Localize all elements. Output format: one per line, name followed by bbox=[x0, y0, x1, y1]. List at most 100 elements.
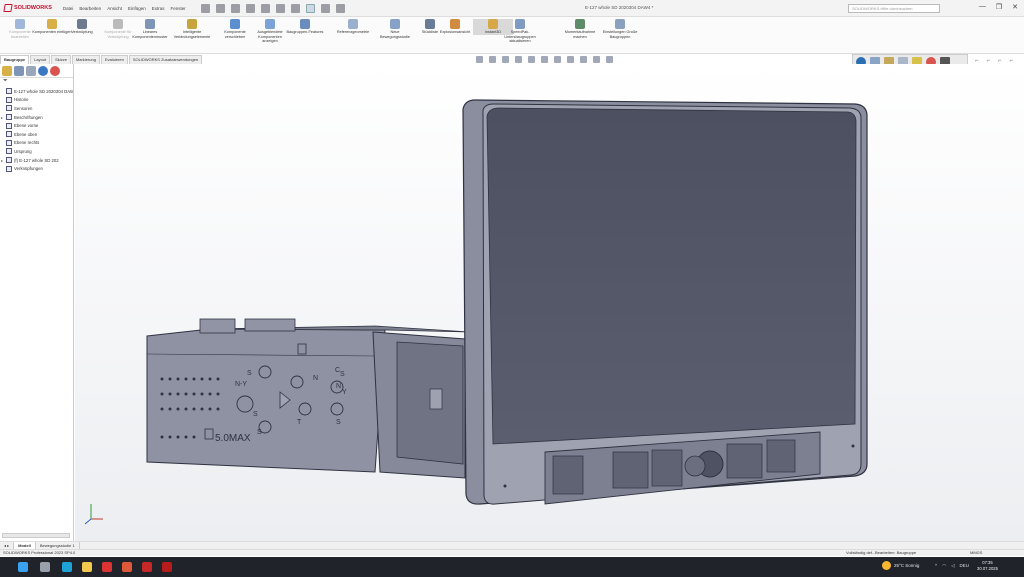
network-icon[interactable]: ◠ bbox=[942, 563, 946, 569]
appearance-icon[interactable] bbox=[580, 56, 587, 63]
display-manager-tab-icon[interactable] bbox=[50, 66, 60, 76]
tool-button[interactable]: Lineares Komponentenmuster bbox=[130, 19, 170, 39]
property-manager-tab-icon[interactable] bbox=[14, 66, 24, 76]
tree-item[interactable]: Verknüpfungen bbox=[0, 164, 73, 173]
new-document-icon[interactable] bbox=[215, 3, 225, 13]
zoom-area-icon[interactable] bbox=[489, 56, 496, 63]
tool-button[interactable]: Neue Bewegungsstudie bbox=[375, 19, 415, 39]
menu-einfuegen[interactable]: Einfügen bbox=[127, 5, 147, 12]
chevron-up-icon[interactable]: ^ bbox=[935, 563, 937, 569]
tool-button[interactable]: Baugruppen-Features bbox=[285, 19, 325, 35]
tab-baugruppe[interactable]: Baugruppe bbox=[0, 55, 30, 64]
previous-view-icon[interactable] bbox=[502, 56, 509, 63]
tree-item[interactable]: Ebene oben bbox=[0, 130, 73, 139]
status-units[interactable]: MMGS bbox=[970, 550, 982, 556]
tree-item[interactable]: E-127 whole SD 2020304 DAW bbox=[0, 87, 73, 96]
dynamic-annotation-icon[interactable] bbox=[528, 56, 535, 63]
display-panel[interactable] bbox=[462, 99, 868, 505]
expand-caret-icon[interactable]: ▸ bbox=[0, 115, 4, 120]
display-screen[interactable] bbox=[486, 107, 857, 445]
tool-button[interactable]: Referenzgeometrie bbox=[333, 19, 373, 35]
scene-icon[interactable] bbox=[593, 56, 600, 63]
filter-icon[interactable]: ⏷ bbox=[0, 78, 73, 87]
tool-button[interactable]: Momentaufnahme machen bbox=[560, 19, 600, 39]
print-icon[interactable] bbox=[260, 3, 270, 13]
undo-icon[interactable] bbox=[275, 3, 285, 13]
tab-layout[interactable]: Layout bbox=[30, 55, 51, 64]
tab-arrows-icon[interactable]: ◂ ▸ bbox=[0, 542, 15, 549]
redo-icon[interactable] bbox=[290, 3, 300, 13]
open-icon[interactable] bbox=[230, 3, 240, 13]
clock[interactable]: 07:35 30.07.2025 bbox=[977, 560, 998, 572]
tool-button[interactable]: Intelligente Verbindungselemente bbox=[172, 19, 212, 39]
menu-bearbeiten[interactable]: Bearbeiten bbox=[78, 5, 102, 12]
task-view-icon[interactable] bbox=[40, 562, 50, 572]
view-settings-icon[interactable] bbox=[606, 56, 613, 63]
view-orientation-icon[interactable] bbox=[541, 56, 548, 63]
tree-item[interactable]: Ursprung bbox=[0, 147, 73, 156]
volume-icon[interactable]: ◁ bbox=[951, 563, 954, 569]
rebuild-icon[interactable] bbox=[320, 3, 330, 13]
tree-item[interactable]: Ebene vorne bbox=[0, 121, 73, 130]
menu-fenster[interactable]: Fenster bbox=[169, 5, 186, 12]
solidworks-2-icon[interactable] bbox=[142, 562, 152, 572]
tool-button[interactable]: Explosionsansicht bbox=[435, 19, 475, 35]
tab-modell[interactable]: Modell bbox=[14, 542, 36, 549]
hide-show-icon[interactable] bbox=[567, 56, 574, 63]
tab-evaluieren[interactable]: Evaluieren bbox=[100, 55, 128, 64]
tree-item[interactable]: Sensoren bbox=[0, 104, 73, 113]
explorer-icon[interactable] bbox=[82, 562, 92, 572]
tool-button[interactable]: Ausgeblendete Komponenten anzeigen bbox=[250, 19, 290, 44]
solidworks-3-icon[interactable] bbox=[162, 562, 172, 572]
tool-button[interactable]: Einstellungen Große Baugruppen bbox=[600, 19, 640, 39]
select-icon[interactable] bbox=[305, 3, 315, 13]
bottom-tabs: ◂ ▸ Modell Bewegungsstudie 1 bbox=[0, 541, 1024, 549]
mates-icon bbox=[6, 165, 12, 172]
maximize-button[interactable]: ❐ bbox=[996, 3, 1002, 11]
tab-zusatzanwendungen[interactable]: SOLIDWORKS Zusatzanwendungen bbox=[128, 55, 203, 64]
tool-icon bbox=[425, 19, 435, 29]
zoom-fit-icon[interactable] bbox=[476, 56, 483, 63]
language-indicator[interactable]: DEU bbox=[960, 563, 970, 569]
weather-widget[interactable]: 25°C Sonnig bbox=[882, 561, 919, 570]
origin-icon bbox=[6, 148, 12, 155]
solidworks-logo[interactable]: SOLIDWORKS bbox=[3, 4, 52, 12]
save-icon[interactable] bbox=[245, 3, 255, 13]
options-gear-icon[interactable] bbox=[335, 3, 345, 13]
tool-button[interactable]: Komponente verschieben bbox=[215, 19, 255, 39]
tool-button[interactable]: Verknüpfung bbox=[62, 19, 102, 35]
tree-item[interactable]: Historie bbox=[0, 96, 73, 105]
windows-start-icon[interactable] bbox=[18, 562, 28, 572]
graphics-viewport[interactable]: 5.0MAX S N-Y S S N T C S N Y S bbox=[75, 64, 1024, 541]
expand-caret-icon[interactable]: ▸ bbox=[0, 158, 4, 163]
tool-button[interactable]: SpeedPak-Untersbaugruppen aktualisieren bbox=[500, 19, 540, 44]
tab-skizze[interactable]: Skizze bbox=[51, 55, 71, 64]
menu-datei[interactable]: Datei bbox=[62, 5, 75, 12]
tool-icon bbox=[113, 19, 123, 29]
radio-front-bezel[interactable] bbox=[372, 331, 466, 479]
home-icon[interactable] bbox=[200, 3, 210, 13]
search-input[interactable]: SOLIDWORKS-Hilfe durchsuchen bbox=[848, 4, 940, 13]
tree-item-label: Verknüpfungen bbox=[14, 166, 43, 172]
close-button[interactable]: ✕ bbox=[1012, 3, 1018, 11]
solidworks-icon[interactable] bbox=[102, 562, 112, 572]
feature-manager-scrollbar[interactable] bbox=[2, 533, 70, 538]
dimxpert-tab-icon[interactable] bbox=[38, 66, 48, 76]
minimize-button[interactable]: — bbox=[979, 3, 986, 11]
model-view[interactable]: 5.0MAX S N-Y S S N T C S N Y S bbox=[75, 64, 1024, 541]
configuration-manager-tab-icon[interactable] bbox=[26, 66, 36, 76]
display-style-icon[interactable] bbox=[554, 56, 561, 63]
feature-tree: E-127 whole SD 2020304 DAW Historie Sensor… bbox=[0, 87, 73, 173]
tab-markierung[interactable]: Markierung bbox=[71, 55, 100, 64]
tree-item[interactable]: Ebene rechts bbox=[0, 139, 73, 148]
tab-bewegungsstudie[interactable]: Bewegungsstudie 1 bbox=[36, 542, 80, 549]
section-view-icon[interactable] bbox=[515, 56, 522, 63]
tree-item[interactable]: ▸ (f) E-127 whole SD 202 bbox=[0, 156, 73, 165]
tree-item[interactable]: ▸ Beschriftungen bbox=[0, 113, 73, 122]
tool-label: SpeedPak-Untersbaugruppen aktualisieren bbox=[504, 30, 536, 43]
edge-icon[interactable] bbox=[62, 562, 72, 572]
menu-extras[interactable]: Extras bbox=[151, 5, 166, 12]
menu-ansicht[interactable]: Ansicht bbox=[106, 5, 123, 12]
feature-tree-tab-icon[interactable] bbox=[2, 66, 12, 76]
app-icon[interactable] bbox=[122, 562, 132, 572]
